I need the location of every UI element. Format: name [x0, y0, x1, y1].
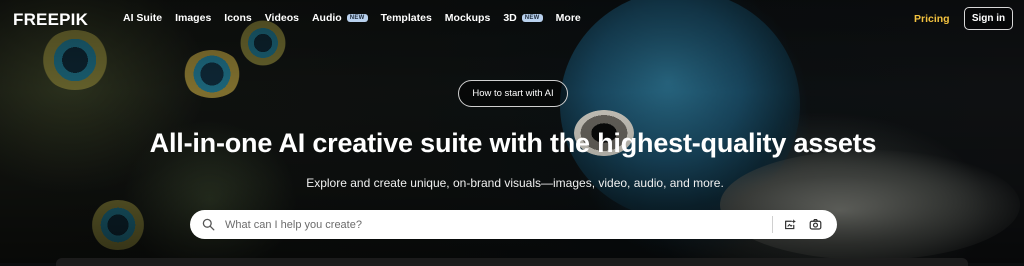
nav-item-images[interactable]: Images — [175, 12, 211, 24]
nav-item-videos[interactable]: Videos — [265, 12, 299, 24]
nav-item-label: Images — [175, 12, 212, 24]
nav-item-label: Icons — [224, 12, 252, 24]
nav-item-label: 3D — [503, 12, 517, 24]
search-divider — [772, 216, 773, 233]
nav-item-more[interactable]: More — [556, 12, 581, 24]
nav-item-label: AI Suite — [123, 12, 163, 24]
camera-icon[interactable] — [809, 218, 822, 231]
search-bar — [190, 210, 837, 239]
freepik-logo[interactable]: FREEPIK — [13, 10, 88, 30]
content-panel-edge — [56, 258, 968, 266]
nav-item-templates[interactable]: Templates — [381, 12, 432, 24]
nav-links: AI Suite Images Icons Videos Audio NEW Te… — [123, 12, 594, 24]
hero-subheadline: Explore and create unique, on-brand visu… — [306, 176, 724, 190]
nav-item-audio[interactable]: Audio NEW — [312, 12, 368, 24]
nav-item-ai-suite[interactable]: AI Suite — [123, 12, 162, 24]
new-badge: NEW — [521, 14, 543, 22]
new-badge: NEW — [346, 14, 368, 22]
nav-item-label: Templates — [380, 12, 432, 24]
nav-item-icons[interactable]: Icons — [224, 12, 251, 24]
hero-headline: All-in-one AI creative suite with the hi… — [149, 128, 877, 158]
how-to-start-button[interactable]: How to start with AI — [458, 80, 568, 107]
pricing-link[interactable]: Pricing — [914, 13, 950, 25]
nav-item-label: More — [555, 12, 581, 24]
ai-image-icon[interactable] — [784, 218, 797, 231]
sign-in-button[interactable]: Sign in — [964, 7, 1013, 30]
search-input[interactable] — [225, 215, 745, 234]
top-navigation: FREEPIK AI Suite Images Icons Videos Aud… — [0, 0, 1024, 38]
nav-item-label: Audio — [311, 12, 342, 24]
search-icon — [202, 218, 215, 231]
nav-item-label: Mockups — [444, 12, 491, 24]
nav-item-mockups[interactable]: Mockups — [445, 12, 491, 24]
nav-item-3d[interactable]: 3D NEW — [503, 12, 543, 24]
nav-item-label: Videos — [264, 12, 299, 24]
